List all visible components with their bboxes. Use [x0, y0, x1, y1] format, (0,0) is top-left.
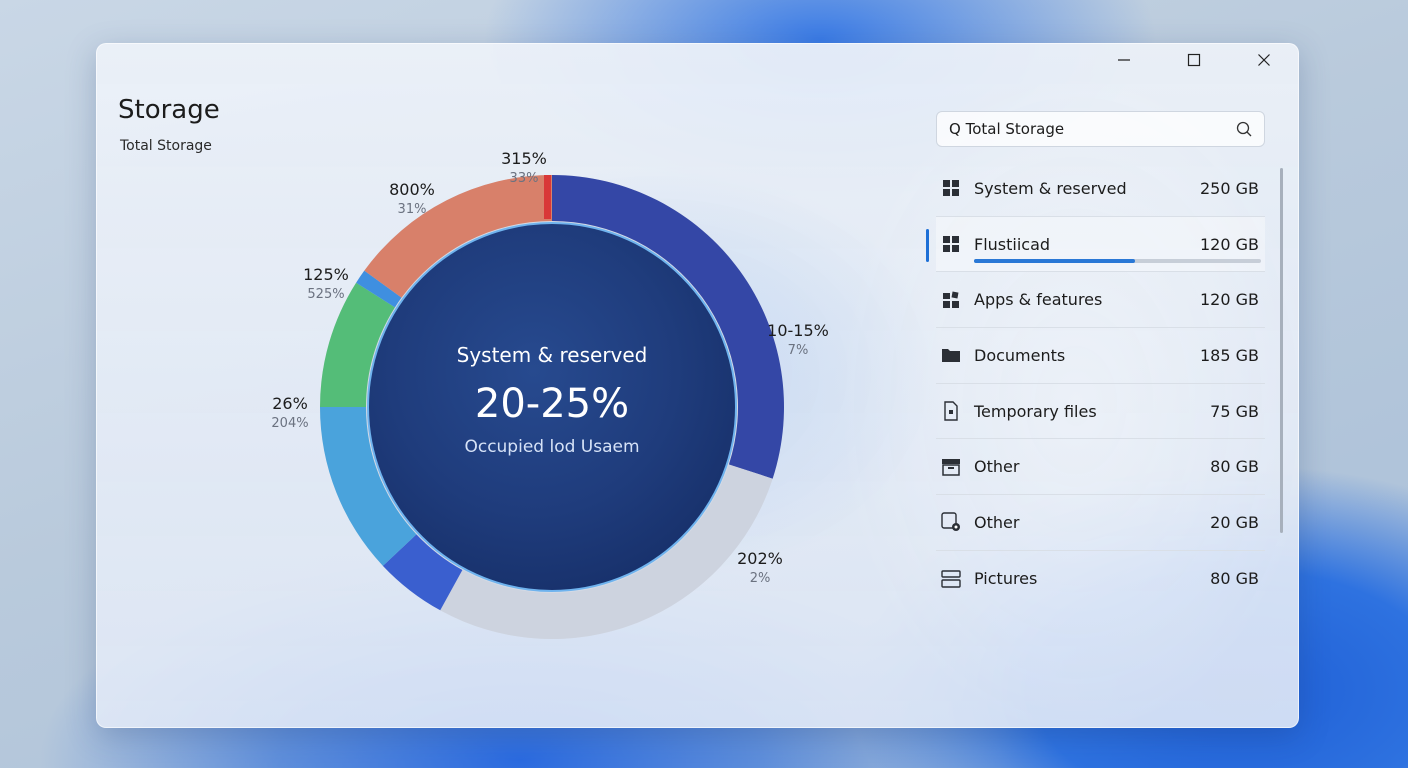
segment-percent: 26% [272, 394, 308, 413]
list-item[interactable]: Pictures 80 GB [936, 551, 1265, 607]
file-icon [940, 400, 962, 422]
list-item[interactable]: Flustiicad 120 GB [926, 216, 1265, 273]
segment-percent: 315% [501, 149, 547, 168]
list-item[interactable]: Apps & features 120 GB [936, 272, 1265, 329]
list-item-size: 80 GB [1210, 457, 1259, 477]
segment-label: 800% 31% [389, 180, 435, 217]
segment-label: 202% 2% [737, 549, 783, 586]
search-box[interactable] [936, 111, 1265, 147]
list-item-size: 250 GB [1200, 178, 1259, 198]
list-item[interactable]: Temporary files 75 GB [936, 384, 1265, 440]
segment-subpercent: 204% [271, 416, 309, 431]
list-item-name: Documents [974, 345, 1066, 365]
center-title: System & reserved [456, 343, 648, 367]
usage-bar-fill [974, 259, 1135, 264]
folder-icon [940, 344, 962, 366]
list-scrollbar[interactable] [1280, 168, 1283, 533]
windows-icon [940, 177, 962, 199]
list-item-name: Other [974, 512, 1020, 532]
search-icon[interactable] [1234, 119, 1254, 139]
segment-subpercent: 33% [509, 171, 539, 186]
segment-subpercent: 7% [787, 343, 809, 358]
pictures-icon [940, 568, 962, 590]
segment-percent: 800% [389, 180, 435, 199]
list-item-name: Flustiicad [974, 234, 1051, 254]
list-item[interactable]: System & reserved 250 GB [936, 161, 1265, 217]
list-item-name: Pictures [974, 569, 1038, 589]
list-item-size: 120 GB [1200, 234, 1259, 254]
list-item-name: Temporary files [974, 401, 1097, 421]
list-item-size: 120 GB [1200, 290, 1259, 310]
storage-window: Storage Total Storage 10-15% 7% 202% 2% 26% 2… [96, 43, 1299, 728]
segment-percent: 125% [303, 265, 349, 284]
image-settings-icon [940, 511, 962, 533]
archive-icon [940, 456, 962, 478]
list-item-size: 185 GB [1200, 345, 1259, 365]
storage-category-list: System & reserved 250 GB Flustiicad 120 GB A… [926, 161, 1265, 607]
list-item-size: 20 GB [1210, 512, 1259, 532]
list-item[interactable]: Documents 185 GB [936, 328, 1265, 384]
usage-bar [974, 259, 1261, 264]
segment-subpercent: 525% [307, 287, 345, 302]
windows-icon [940, 233, 962, 255]
search-input[interactable] [947, 119, 1234, 139]
list-item-size: 75 GB [1210, 401, 1259, 421]
segment-subpercent: 31% [397, 202, 427, 217]
list-item-name: Apps & features [974, 290, 1103, 310]
segment-percent: 10-15% [767, 321, 829, 340]
segment-label: 125% 525% [303, 265, 349, 302]
center-value: 20-25% [474, 381, 630, 427]
list-item-name: System & reserved [974, 178, 1127, 198]
selection-indicator [926, 228, 929, 262]
segment-subpercent: 2% [749, 571, 771, 586]
list-item[interactable]: Other 80 GB [936, 439, 1265, 496]
list-item-size: 80 GB [1210, 569, 1259, 589]
segment-percent: 202% [737, 549, 783, 568]
segment-label: 26% 204% [271, 394, 308, 431]
list-item[interactable]: Other 20 GB [936, 495, 1265, 551]
center-caption: Occupied lod Usaem [464, 437, 640, 457]
segment-label: 315% 33% [501, 149, 547, 186]
apps-icon [940, 289, 962, 311]
list-item-name: Other [974, 457, 1020, 477]
segment-label: 10-15% 7% [767, 321, 829, 358]
